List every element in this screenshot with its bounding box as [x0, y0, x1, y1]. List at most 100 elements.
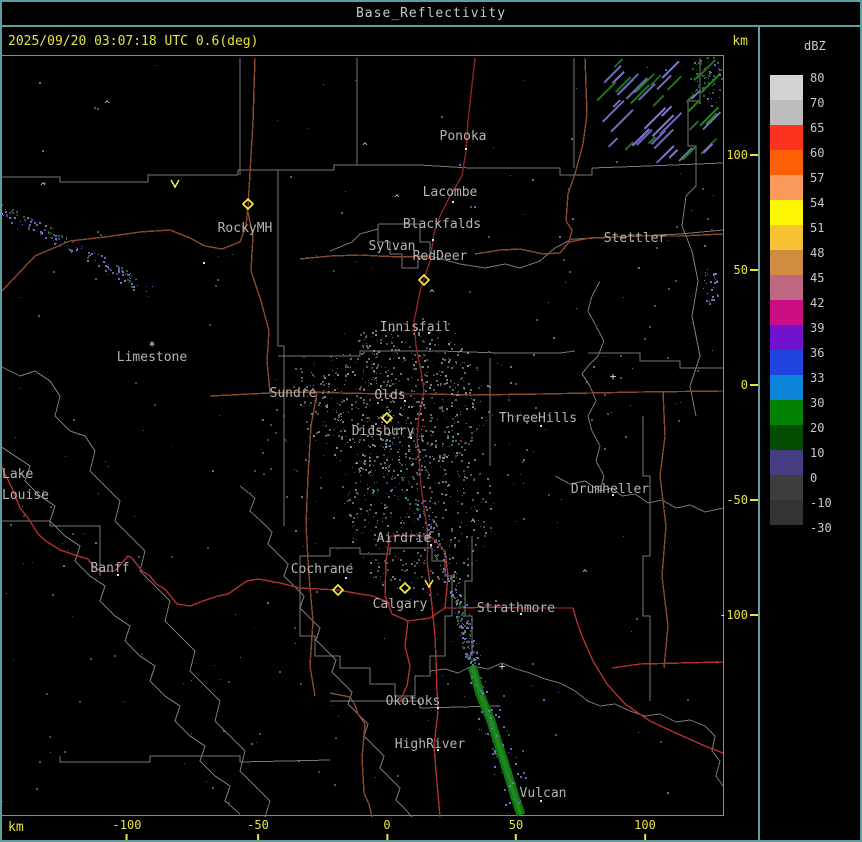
radar-echo-pixel [375, 377, 377, 379]
radar-echo-pixel [417, 445, 419, 447]
radar-echo-pixel [448, 580, 450, 582]
radar-echo-pixel [68, 248, 69, 249]
radar-echo-pixel [454, 383, 455, 384]
radar-echo-pixel [53, 228, 54, 229]
radar-echo-pixel [114, 655, 116, 657]
radar-echo-pixel [432, 572, 434, 574]
radar-echo-pixel [373, 350, 375, 352]
radar-echo-pixel [397, 451, 399, 453]
radar-echo-pixel [464, 641, 465, 642]
radar-echo-pixel [431, 339, 433, 341]
radar-echo-pixel [716, 281, 718, 283]
radar-echo-pixel [707, 274, 708, 275]
radar-echo-pixel [58, 238, 60, 240]
radar-echo-pixel [454, 423, 455, 424]
radar-echo-pixel [382, 518, 383, 519]
radar-echo-pixel [415, 444, 416, 445]
radar-echo-pixel [427, 529, 428, 530]
radar-echo-pixel [408, 449, 410, 451]
radar-echo-pixel [388, 380, 389, 381]
radar-echo-pixel [460, 620, 462, 622]
radar-echo-pixel [363, 389, 365, 391]
radar-echo-pixel [385, 367, 386, 368]
radar-echo-pixel [507, 474, 509, 476]
horizontal-axis-unit-label: km [8, 820, 24, 835]
radar-echo-pixel [438, 533, 440, 535]
radar-echo-pixel [367, 488, 369, 490]
radar-echo-pixel [576, 308, 577, 309]
radar-echo-pixel [471, 619, 473, 621]
radar-map-viewport[interactable]: Ponoka Lacombe Blackfalds Sylvan RedDeer Stet… [0, 55, 724, 817]
radar-echo-pixel [424, 360, 426, 362]
radar-echo-pixel [460, 601, 462, 603]
radar-echo-pixel [411, 486, 413, 488]
radar-echo-pixel [431, 417, 433, 419]
radar-echo-pixel [413, 406, 414, 407]
radar-echo-pixel [424, 461, 425, 462]
radar-echo-pixel [63, 565, 65, 567]
radar-echo-pixel [494, 444, 496, 446]
radar-echo-pixel [20, 221, 21, 222]
radar-echo-pixel [706, 77, 707, 78]
radar-echo-pixel [301, 377, 303, 379]
radar-echo-pixel [509, 443, 510, 444]
radar-echo-pixel [383, 447, 384, 448]
radar-echo-pixel [472, 550, 474, 552]
radar-echo-pixel [400, 373, 402, 375]
radar-echo-pixel [620, 355, 622, 357]
radar-echo-pixel [464, 449, 466, 451]
radar-echo-pixel [383, 476, 385, 478]
legend-value-label: 51 [810, 221, 825, 235]
place-label: Okotoks [386, 694, 441, 709]
radar-echo-pixel [50, 752, 51, 753]
radar-echo-pixel [306, 257, 308, 259]
legend-value-label: 70 [810, 96, 825, 110]
radar-echo-pixel [433, 527, 435, 529]
radar-echo-pixel [446, 427, 447, 428]
radar-echo-pixel [445, 481, 447, 483]
radar-echo-pixel [426, 359, 428, 361]
radar-echo-pixel [362, 454, 364, 456]
radar-echo-pixel [449, 546, 450, 547]
road-red [445, 606, 724, 754]
radar-echo-pixel [463, 492, 465, 494]
radar-echo-pixel [334, 418, 336, 420]
radar-echo-pixel [485, 501, 487, 503]
radar-echo-streak [681, 146, 696, 161]
radar-echo-pixel [116, 265, 118, 267]
radar-echo-pixel [603, 356, 604, 357]
radar-echo-pixel [434, 344, 436, 346]
radar-echo-pixel [318, 404, 320, 406]
radar-echo-pixel [406, 468, 408, 470]
radar-echo-pixel [441, 406, 443, 408]
radar-echo-pixel [469, 638, 470, 639]
radar-echo-pixel [451, 348, 453, 350]
radar-echo-pixel [365, 382, 366, 383]
radar-echo-pixel [121, 267, 123, 269]
town-marker-dot [540, 425, 542, 427]
radar-echo-pixel [623, 536, 624, 537]
radar-map-canvas[interactable]: PonokaLacombeBlackfaldsSylvanRedDeerStet… [0, 56, 724, 817]
radar-echo-pixel [366, 345, 368, 347]
radar-echo-pixel [353, 517, 355, 519]
radar-echo-pixel [421, 469, 423, 471]
radar-echo-pixel [423, 404, 425, 406]
road-red [399, 620, 411, 702]
legend-swatch [770, 350, 803, 375]
window-title-bar[interactable]: Base_Reflectivity [0, 0, 862, 27]
radar-echo-pixel [481, 502, 482, 503]
radar-echo-pixel [455, 458, 456, 459]
radar-echo-pixel [452, 430, 453, 431]
radar-echo-pixel [356, 407, 357, 408]
radar-echo-pixel [131, 286, 133, 288]
radar-echo-pixel [392, 459, 393, 460]
radar-echo-pixel [301, 371, 303, 373]
radar-echo-pixel [704, 68, 706, 70]
radar-echo-pixel [442, 371, 444, 373]
radar-echo-pixel [464, 625, 466, 627]
radar-echo-pixel [418, 520, 419, 521]
radar-echo-pixel [341, 438, 343, 440]
radar-echo-pixel [378, 566, 380, 568]
radar-echo-pixel [447, 366, 449, 368]
radar-echo-pixel [346, 411, 347, 412]
